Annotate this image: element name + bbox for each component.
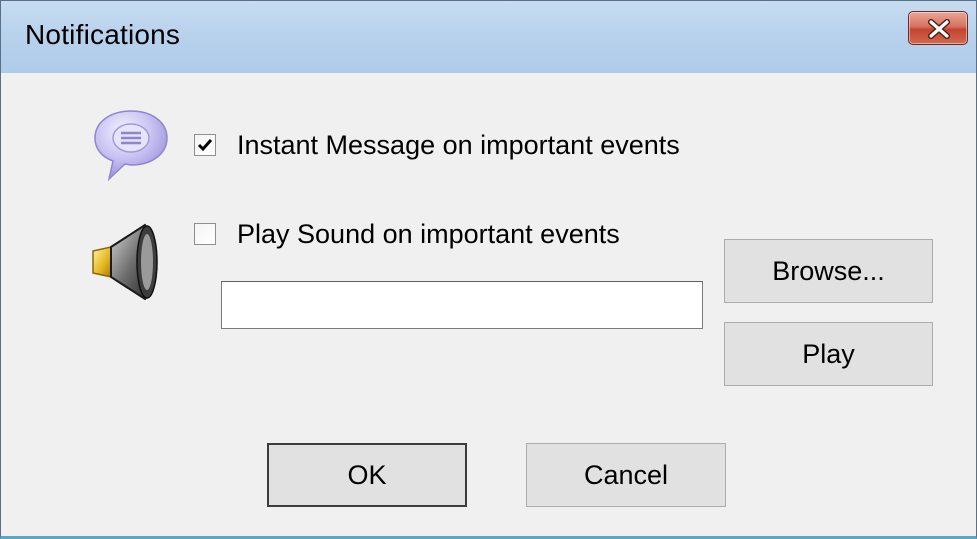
cancel-button[interactable]: Cancel [526,443,726,507]
close-icon [928,19,950,39]
title-bar[interactable]: Notifications [1,1,976,73]
notifications-dialog: Notifications Instant Message on importa… [0,0,977,539]
browse-button[interactable]: Browse... [724,239,933,303]
close-button[interactable] [908,11,968,45]
window-title: Notifications [25,19,181,50]
dialog-body: Instant Message on important events Play… [1,73,976,536]
instant-message-label[interactable]: Instant Message on important events [237,130,680,161]
play-sound-checkbox[interactable] [194,223,216,245]
ok-button[interactable]: OK [267,443,467,507]
sound-file-input[interactable] [221,281,703,329]
play-button[interactable]: Play [724,322,933,386]
play-sound-label[interactable]: Play Sound on important events [237,219,620,250]
chat-bubble-icon [94,110,168,182]
checkmark-icon [197,139,213,152]
instant-message-checkbox[interactable] [194,134,216,156]
speaker-icon [92,223,158,301]
